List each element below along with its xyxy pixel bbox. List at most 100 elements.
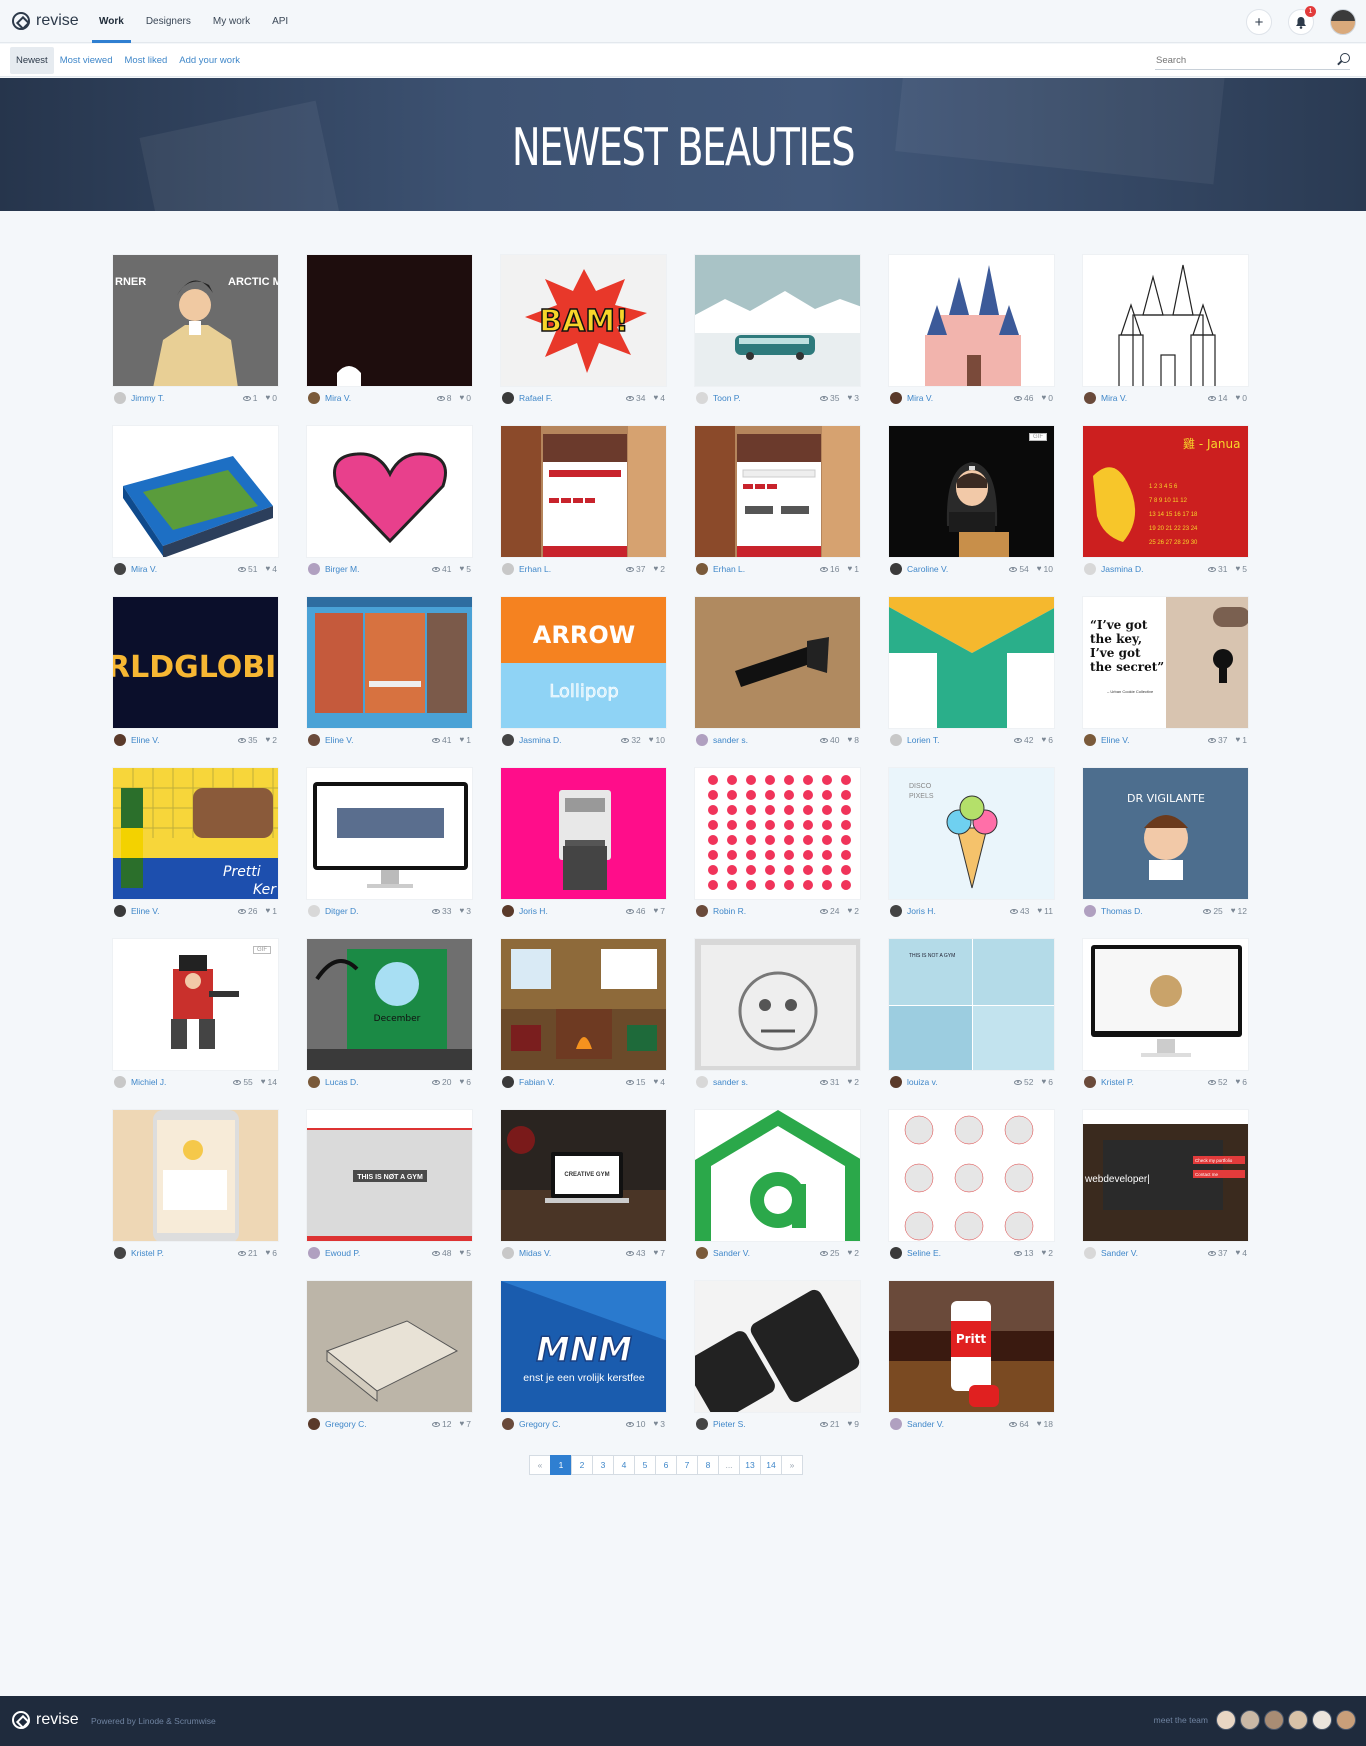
designer-avatar[interactable] [308, 1076, 320, 1088]
work-thumbnail[interactable]: CREATIVE GYM [500, 1109, 667, 1242]
work-card[interactable]: Erhan L. 37 ♥ 2 [500, 425, 667, 585]
likes-count[interactable]: ♥ 1 [1236, 735, 1247, 745]
page-6-button[interactable]: 6 [655, 1455, 677, 1475]
designer-avatar[interactable] [114, 1076, 126, 1088]
work-card[interactable]: RLDGLOBI Eline V. 35 ♥ 2 [112, 596, 279, 756]
likes-count[interactable]: ♥ 3 [460, 906, 471, 916]
likes-count[interactable]: ♥ 4 [654, 393, 665, 403]
likes-count[interactable]: ♥ 14 [261, 1077, 277, 1087]
work-thumbnail[interactable] [694, 596, 861, 729]
work-thumbnail[interactable] [1082, 254, 1249, 387]
work-thumbnail[interactable]: RNER ARCTIC M [112, 254, 279, 387]
work-card[interactable]: THIS IS NØT A GYM Ewoud P. 48 ♥ 5 [306, 1109, 473, 1269]
page-8-button[interactable]: 8 [697, 1455, 719, 1475]
designer-name[interactable]: Eline V. [325, 735, 424, 745]
work-card[interactable]: Eline V. 41 ♥ 1 [306, 596, 473, 756]
work-card[interactable]: GIF Caroline V. 54 ♥ 10 [888, 425, 1055, 585]
work-card[interactable]: Mira V. 51 ♥ 4 [112, 425, 279, 585]
designer-avatar[interactable] [502, 1418, 514, 1430]
work-card[interactable]: Mira V. 8 ♥ 0 [306, 254, 473, 414]
work-card[interactable]: Seline E. 13 ♥ 2 [888, 1109, 1055, 1269]
work-card[interactable]: Sander V. 25 ♥ 2 [694, 1109, 861, 1269]
designer-avatar[interactable] [308, 563, 320, 575]
likes-count[interactable]: ♥ 5 [1236, 564, 1247, 574]
work-card[interactable]: Erhan L. 16 ♥ 1 [694, 425, 861, 585]
designer-name[interactable]: sander s. [713, 735, 812, 745]
work-thumbnail[interactable]: THIS IS NOT A GYM [888, 938, 1055, 1071]
designer-name[interactable]: Ewoud P. [325, 1248, 424, 1258]
designer-avatar[interactable] [696, 1076, 708, 1088]
work-card[interactable]: DISCO PIXELS Joris H. 43 ♥ 11 [888, 767, 1055, 927]
designer-name[interactable]: Joris H. [907, 906, 1002, 916]
likes-count[interactable]: ♥ 5 [460, 564, 471, 574]
designer-name[interactable]: Joris H. [519, 906, 618, 916]
work-card[interactable]: Pretti Ker Eline V. 26 ♥ 1 [112, 767, 279, 927]
likes-count[interactable]: ♥ 2 [1042, 1248, 1053, 1258]
designer-avatar[interactable] [502, 1247, 514, 1259]
designer-name[interactable]: Sander V. [713, 1248, 812, 1258]
nav-my-work[interactable]: My work [202, 0, 261, 43]
work-thumbnail[interactable] [500, 425, 667, 558]
next-page-button[interactable]: » [781, 1455, 803, 1475]
work-thumbnail[interactable]: “I’ve got the key, I’ve got the secret” – Ur… [1082, 596, 1249, 729]
work-card[interactable]: Robin R. 24 ♥ 2 [694, 767, 861, 927]
work-thumbnail[interactable]: MNM enst je een vrolijk kerstfee [500, 1280, 667, 1413]
designer-avatar[interactable] [308, 392, 320, 404]
work-card[interactable]: THIS IS NOT A GYM louiza v. 52 ♥ 6 [888, 938, 1055, 1098]
work-card[interactable]: 雞 - Janua 1 2 3 4 5 6 7 8 9 10 11 12 13 14 … [1082, 425, 1249, 585]
work-card[interactable]: CREATIVE GYM Midas V. 43 ♥ 7 [500, 1109, 667, 1269]
work-thumbnail[interactable] [500, 767, 667, 900]
work-card[interactable]: sander s. 40 ♥ 8 [694, 596, 861, 756]
work-thumbnail[interactable] [694, 1109, 861, 1242]
work-thumbnail[interactable] [306, 1280, 473, 1413]
work-card[interactable]: Ditger D. 33 ♥ 3 [306, 767, 473, 927]
page-3-button[interactable]: 3 [592, 1455, 614, 1475]
likes-count[interactable]: ♥ 7 [654, 1248, 665, 1258]
likes-count[interactable]: ♥ 6 [266, 1248, 277, 1258]
work-thumbnail[interactable] [694, 254, 861, 387]
work-card[interactable]: DR VIGILANTE Thomas D. 25 ♥ 12 [1082, 767, 1249, 927]
page-14-button[interactable]: 14 [760, 1455, 782, 1475]
designer-name[interactable]: Eline V. [131, 906, 230, 916]
work-card[interactable]: Lorien T. 42 ♥ 6 [888, 596, 1055, 756]
work-card[interactable]: Pieter S. 21 ♥ 9 [694, 1280, 861, 1440]
page-4-button[interactable]: 4 [613, 1455, 635, 1475]
team-member-avatar[interactable] [1288, 1710, 1308, 1730]
designer-name[interactable]: Thomas D. [1101, 906, 1195, 916]
team-member-avatar[interactable] [1336, 1710, 1356, 1730]
work-thumbnail[interactable] [888, 1109, 1055, 1242]
work-thumbnail[interactable] [306, 767, 473, 900]
likes-count[interactable]: ♥ 3 [654, 1419, 665, 1429]
tab-most-liked[interactable]: Most liked [119, 47, 174, 74]
likes-count[interactable]: ♥ 9 [848, 1419, 859, 1429]
team-member-avatar[interactable] [1312, 1710, 1332, 1730]
designer-avatar[interactable] [696, 1418, 708, 1430]
likes-count[interactable]: ♥ 2 [848, 1248, 859, 1258]
likes-count[interactable]: ♥ 7 [654, 906, 665, 916]
work-card[interactable]: Toon P. 35 ♥ 3 [694, 254, 861, 414]
designer-avatar[interactable] [502, 392, 514, 404]
likes-count[interactable]: ♥ 12 [1231, 906, 1247, 916]
work-card[interactable]: December Lucas D. 20 ♥ 6 [306, 938, 473, 1098]
likes-count[interactable]: ♥ 6 [460, 1077, 471, 1087]
designer-name[interactable]: Jasmina D. [1101, 564, 1200, 574]
work-card[interactable]: “I’ve got the key, I’ve got the secret” – Ur… [1082, 596, 1249, 756]
likes-count[interactable]: ♥ 7 [460, 1419, 471, 1429]
designer-name[interactable]: Pieter S. [713, 1419, 812, 1429]
add-your-work-link[interactable]: Add your work [173, 47, 246, 74]
work-thumbnail[interactable]: BAM! [500, 254, 667, 387]
likes-count[interactable]: ♥ 1 [266, 906, 277, 916]
notifications-button[interactable]: 1 [1288, 6, 1316, 35]
designer-name[interactable]: Robin R. [713, 906, 812, 916]
designer-name[interactable]: sander s. [713, 1077, 812, 1087]
designer-name[interactable]: Sander V. [907, 1419, 1001, 1429]
work-thumbnail[interactable]: webdeveloper| Check my portfolio Contact m… [1082, 1109, 1249, 1242]
work-thumbnail[interactable]: GIF [112, 938, 279, 1071]
work-thumbnail[interactable]: RLDGLOBI [112, 596, 279, 729]
work-card[interactable]: Birger M. 41 ♥ 5 [306, 425, 473, 585]
work-thumbnail[interactable] [694, 938, 861, 1071]
team-member-avatar[interactable] [1240, 1710, 1260, 1730]
designer-name[interactable]: louiza v. [907, 1077, 1006, 1087]
designer-avatar[interactable] [114, 1247, 126, 1259]
likes-count[interactable]: ♥ 0 [266, 393, 277, 403]
